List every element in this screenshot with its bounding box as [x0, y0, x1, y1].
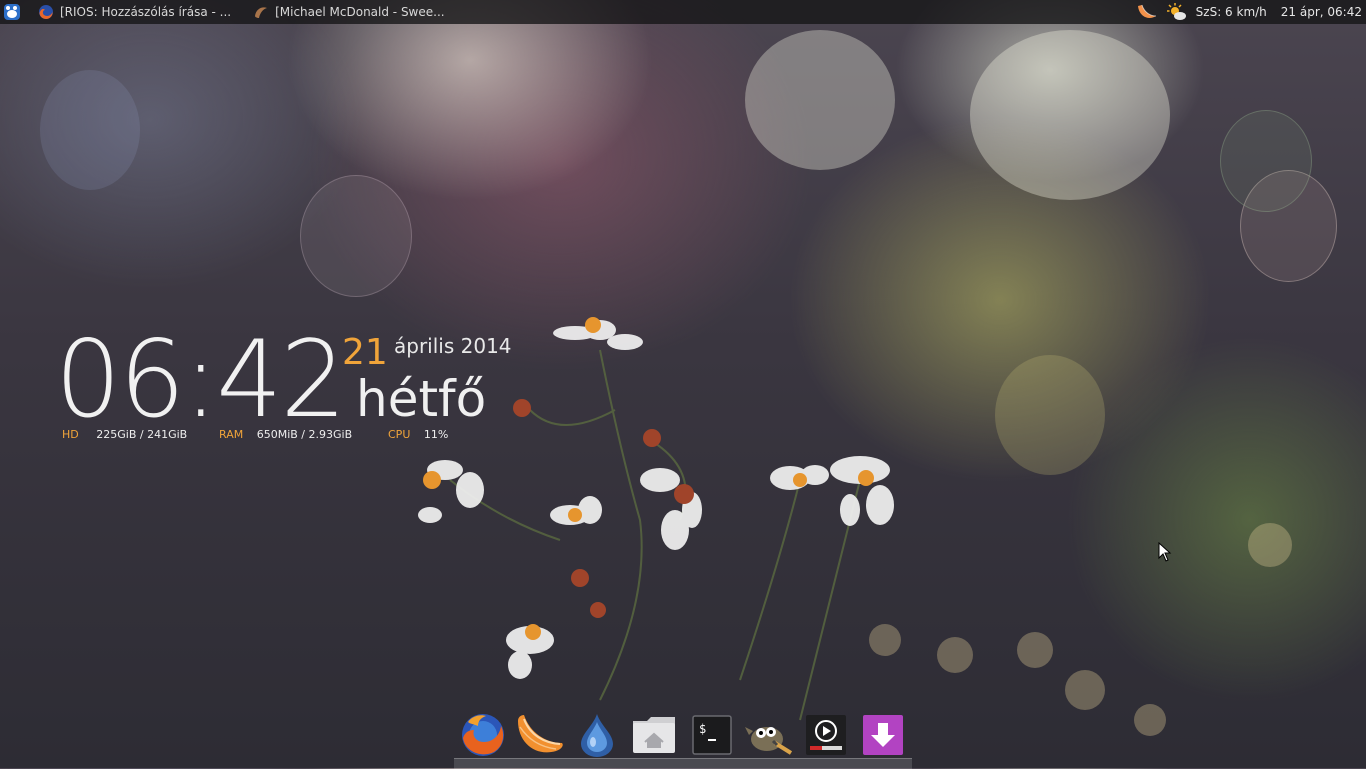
svg-text:$: $ [699, 722, 706, 736]
deluge-icon [581, 714, 614, 757]
firefox-icon [461, 714, 504, 756]
hd-value: 225GiB / 241GiB [96, 428, 188, 441]
clementine-icon [517, 715, 563, 753]
clock-time: 06:42 [54, 318, 347, 441]
dock-item-downloader[interactable] [859, 711, 907, 759]
media-player-icon [806, 715, 847, 755]
dock-item-deluge[interactable] [573, 711, 621, 759]
taskbar-item-firefox[interactable]: [RIOS: Hozzászólás írása - ... [30, 0, 239, 24]
cpu-value: 11% [423, 428, 449, 441]
hd-label: HD [62, 428, 79, 441]
weather-wind-text[interactable]: SzS: 6 km/h [1196, 5, 1267, 19]
home-folder-icon [633, 717, 676, 753]
dock: $ [454, 704, 912, 766]
download-icon [863, 715, 904, 755]
clementine-tray-icon[interactable] [1136, 1, 1158, 23]
clock-weekday: hétfő [356, 370, 487, 428]
dock-item-firefox[interactable] [459, 711, 507, 759]
gimp-icon [744, 727, 792, 755]
taskbar-item-label: [Michael McDonald - Swee... [275, 5, 445, 19]
dock-item-media-player[interactable] [802, 711, 850, 759]
dock-item-gimp[interactable] [744, 711, 793, 759]
dock-item-terminal[interactable]: $ [688, 711, 736, 759]
dock-item-clementine[interactable] [516, 711, 564, 759]
weather-icon[interactable] [1166, 1, 1188, 23]
panel-clock[interactable]: 21 ápr, 06:42 [1281, 5, 1362, 19]
ram-value: 650MiB / 2.93GiB [256, 428, 353, 441]
top-panel: [RIOS: Hozzászólás írása - ... [Michael … [0, 0, 1366, 24]
dock-item-home-folder[interactable] [630, 711, 678, 759]
terminal-icon: $ [691, 715, 732, 755]
clock-month-year: április 2014 [394, 334, 512, 358]
firefox-icon [38, 4, 54, 20]
taskbar-item-label: [RIOS: Hozzászólás írása - ... [60, 5, 232, 19]
mouse-cursor-icon [1158, 542, 1172, 562]
ram-label: RAM [219, 428, 244, 441]
xfce-menu-button[interactable] [0, 0, 24, 24]
clementine-icon [253, 4, 269, 20]
taskbar-item-clementine[interactable]: [Michael McDonald - Swee... [245, 0, 453, 24]
system-tray: SzS: 6 km/h 21 ápr, 06:42 [1136, 0, 1362, 24]
cpu-label: CPU [388, 428, 411, 441]
xfce-mouse-icon [4, 4, 20, 20]
